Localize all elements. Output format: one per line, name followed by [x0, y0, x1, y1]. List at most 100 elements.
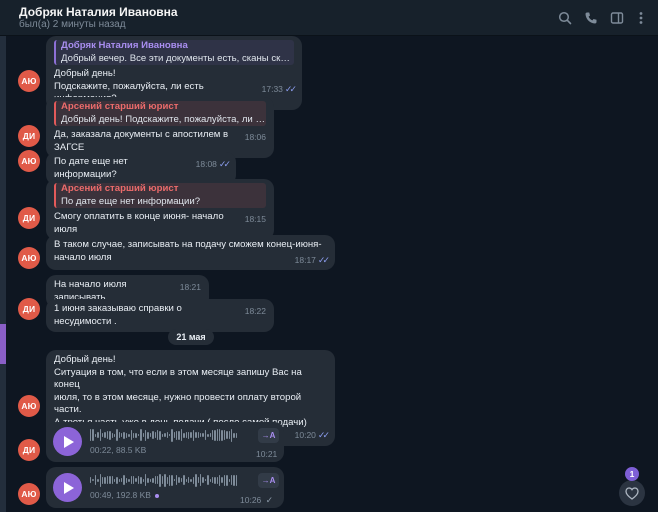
message-bubble[interactable]: 18:22 1 июня заказываю справки о несудим…: [46, 299, 274, 332]
message-time: 18:08: [195, 159, 217, 169]
reactions-button[interactable]: [619, 480, 645, 506]
avatar[interactable]: ДИ: [18, 207, 40, 229]
waveform-bar: [216, 429, 219, 441]
waveform-bar: [185, 432, 188, 438]
waveform-bar: [135, 478, 137, 482]
waveform-bar: [183, 475, 185, 485]
waveform[interactable]: [90, 428, 250, 442]
waveform-bar: [173, 432, 176, 438]
read-ticks-icon: ✓✓: [317, 430, 330, 440]
chat-header: Добряк Наталия Ивановна был(а) 2 минуты …: [0, 0, 658, 36]
waveform-bar: [137, 476, 140, 484]
waveform-bar: [197, 432, 199, 438]
play-button[interactable]: [53, 427, 82, 456]
transcribe-button[interactable]: →A: [258, 428, 279, 443]
message-time: 17:33: [261, 83, 283, 94]
voice-message[interactable]: →A 00:22, 88.5 KB 10:21: [46, 422, 284, 462]
voice-info-text: 00:49, 192.8 KB: [90, 490, 151, 500]
waveform-bar: [106, 476, 109, 484]
reply-quote[interactable]: Арсений старший юрист По дате еще нет ин…: [54, 183, 266, 208]
waveform-bar: [94, 475, 97, 485]
sent-tick-icon: ✓: [265, 495, 274, 505]
waveform-bar: [173, 479, 176, 481]
avatar[interactable]: АЮ: [18, 150, 40, 172]
waveform-bar: [235, 432, 238, 438]
message-time: 18:06: [244, 132, 266, 142]
message-bubble[interactable]: Арсений старший юрист Добрый день! Подск…: [46, 97, 274, 158]
waveform-bar: [99, 429, 101, 441]
waveform-bar: [231, 475, 233, 485]
search-icon[interactable]: [555, 8, 575, 28]
waveform-bar: [235, 474, 238, 486]
message-text: начало июля: [54, 251, 112, 263]
left-panel-edge: [0, 36, 6, 324]
voice-message[interactable]: →A 00:49, 192.8 KB 10:26 ✓: [46, 467, 284, 508]
avatar[interactable]: ДИ: [18, 298, 40, 320]
waveform-bar: [156, 476, 159, 484]
waveform-bar: [183, 432, 185, 438]
play-icon: [64, 435, 74, 448]
chat-title[interactable]: Добряк Наталия Ивановна: [19, 5, 178, 19]
avatar[interactable]: АЮ: [18, 70, 40, 92]
unread-badge: 1: [625, 467, 639, 481]
waveform-bar: [123, 475, 125, 485]
avatar[interactable]: ДИ: [18, 439, 40, 461]
waveform-bar: [140, 476, 142, 484]
waveform-bar: [216, 476, 219, 484]
avatar[interactable]: АЮ: [18, 395, 40, 417]
waveform-bar: [128, 433, 130, 437]
message-meta: 10:26 ✓: [240, 495, 273, 506]
waveform-bar: [214, 476, 216, 484]
read-ticks-icon: ✓✓: [284, 83, 297, 94]
reply-quote[interactable]: Добряк Наталия Ивановна Добрый вечер. Вс…: [54, 40, 294, 65]
play-button[interactable]: [53, 473, 82, 502]
waveform-bar: [168, 474, 171, 486]
waveform-bar: [188, 431, 190, 439]
more-vertical-icon[interactable]: [631, 8, 651, 28]
heart-icon: [625, 486, 639, 500]
avatar[interactable]: АЮ: [18, 247, 40, 269]
waveform-bar: [118, 432, 121, 438]
message-bubble[interactable]: В таком случае, записывать на подачу смо…: [46, 235, 335, 270]
waveform-bar: [180, 429, 183, 441]
sidebar-toggle-icon[interactable]: [607, 8, 627, 28]
waveform-bar: [180, 478, 183, 482]
waveform-bar: [113, 433, 116, 437]
waveform-bar: [135, 432, 137, 438]
waveform-bar: [195, 432, 197, 438]
message-list[interactable]: АЮ Добряк Наталия Ивановна Добрый вечер.…: [0, 36, 658, 512]
waveform-bar: [104, 476, 106, 484]
waveform-bar: [178, 430, 180, 440]
avatar[interactable]: АЮ: [18, 483, 40, 505]
avatar[interactable]: ДИ: [18, 125, 40, 147]
waveform-bar: [111, 432, 113, 438]
waveform[interactable]: [90, 473, 250, 487]
waveform-bar: [123, 431, 125, 439]
waveform-bar: [116, 429, 118, 441]
waveform-bar: [223, 430, 226, 440]
waveform-bar: [111, 476, 113, 484]
waveform-bar: [226, 431, 228, 439]
reply-text: По дате еще нет информации?: [61, 195, 201, 207]
waveform-bar: [152, 431, 154, 439]
message-time: 18:21: [179, 282, 201, 292]
waveform-bar: [130, 430, 133, 440]
left-panel-edge: [0, 364, 6, 512]
waveform-bar: [121, 478, 123, 482]
reply-text: Добрый вечер. Все эти документы есть, ск…: [61, 52, 294, 64]
waveform-bar: [176, 475, 178, 485]
waveform-bar: [154, 432, 156, 438]
message-text: Да, заказала документы с апостилем в ЗАГ…: [54, 129, 229, 153]
waveform-bar: [219, 429, 221, 441]
waveform-bar: [144, 474, 147, 486]
message-bubble[interactable]: Арсений старший юрист По дате еще нет ин…: [46, 179, 274, 240]
waveform-bar: [101, 433, 104, 437]
reply-author: Добряк Наталия Ивановна: [61, 40, 188, 51]
reply-quote[interactable]: Арсений старший юрист Добрый день! Подск…: [54, 101, 266, 126]
waveform-bar: [161, 476, 164, 484]
transcribe-button[interactable]: →A: [258, 473, 279, 488]
waveform-bar: [101, 476, 104, 484]
waveform-bar: [188, 477, 190, 483]
phone-icon[interactable]: [581, 8, 601, 28]
waveform-bar: [214, 429, 216, 441]
